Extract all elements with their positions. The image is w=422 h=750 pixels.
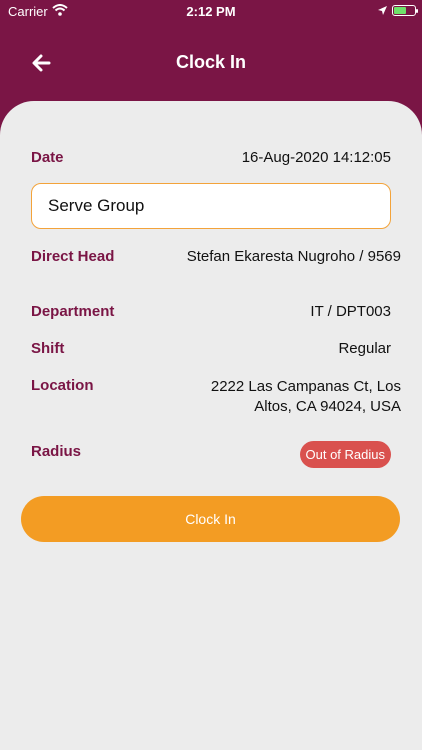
department-value: IT / DPT003 (310, 303, 391, 320)
location-label: Location (31, 377, 94, 394)
clock-in-button[interactable]: Clock In (21, 496, 400, 542)
date-label: Date (31, 149, 64, 166)
department-label: Department (31, 303, 115, 320)
battery-icon (392, 5, 418, 16)
status-time: 2:12 PM (186, 4, 236, 19)
date-value: 16-Aug-2020 14:12:05 (241, 149, 391, 166)
location-value: 2222 Las Campanas Ct, Los Altos, CA 9402… (211, 377, 401, 417)
location-value-line1: 2222 Las Campanas Ct, Los (210, 378, 401, 395)
direct-head-value: Stefan Ekaresta Nugroho / 9569 (186, 248, 401, 265)
direct-head-label: Direct Head (31, 248, 115, 265)
location-arrow-icon (377, 4, 388, 19)
group-field[interactable] (31, 183, 391, 229)
header: Clock In (0, 22, 422, 102)
clock-in-card: Date 16-Aug-2020 14:12:05 Direct Head St… (0, 101, 422, 750)
status-bar: Carrier 2:12 PM (0, 0, 422, 22)
radius-status-badge: Out of Radius (299, 441, 391, 468)
shift-label: Shift (31, 340, 65, 357)
page-title: Clock In (175, 52, 246, 72)
shift-value: Regular (338, 340, 391, 357)
radius-label: Radius (31, 443, 82, 460)
location-value-line2: Altos, CA 94024, USA (254, 398, 401, 415)
